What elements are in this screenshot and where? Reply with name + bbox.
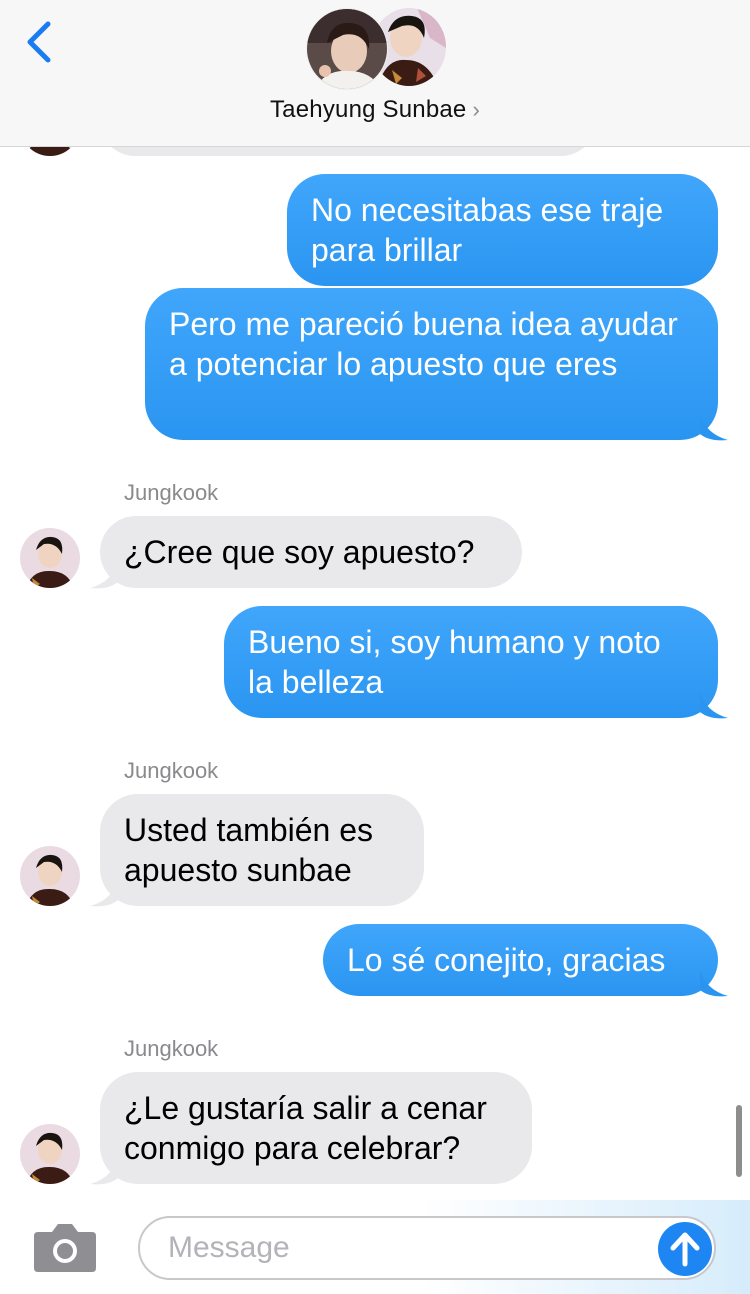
message-composer xyxy=(0,1200,750,1294)
message-text: Lo sé conejito, gracias xyxy=(347,942,666,978)
message-bubble-incoming[interactable]: ¿Cree que soy apuesto? xyxy=(100,516,522,588)
sender-name: Jungkook xyxy=(124,480,219,505)
message-input[interactable] xyxy=(138,1216,716,1280)
avatar-taehyung xyxy=(306,8,388,90)
message-bubble-outgoing[interactable]: No necesitabas ese traje para brillar xyxy=(287,174,718,286)
message-text: ¿Cree que soy apuesto? xyxy=(124,534,475,570)
message-text: Pero me pareció buena idea ayudar a pote… xyxy=(169,306,678,382)
conversation-header: Taehyung Sunbae › xyxy=(0,0,750,147)
send-button[interactable] xyxy=(658,1222,712,1276)
contact-name[interactable]: Taehyung Sunbae › xyxy=(0,96,750,124)
message-bubble-outgoing[interactable]: Bueno si, soy humano y noto la belleza xyxy=(224,606,718,718)
message-bubble-outgoing[interactable]: Lo sé conejito, gracias xyxy=(323,924,718,996)
bubble-tail-incoming xyxy=(90,562,118,589)
avatar-jungkook-small xyxy=(20,1124,80,1184)
avatar-jungkook-small xyxy=(20,146,80,156)
bubble-tail-outgoing xyxy=(700,414,728,441)
camera-icon[interactable] xyxy=(32,1222,98,1274)
bubble-tail-outgoing xyxy=(700,970,728,997)
arrow-up-icon xyxy=(670,1232,700,1267)
message-text: Bueno si, soy humano y noto la belleza xyxy=(248,624,661,700)
message-text: No necesitabas ese traje para brillar xyxy=(311,192,664,268)
chevron-right-icon: › xyxy=(472,97,481,122)
avatar-jungkook-small xyxy=(20,528,80,588)
back-chevron-icon[interactable] xyxy=(22,18,58,66)
scroll-indicator[interactable] xyxy=(736,1105,742,1177)
message-bubble-incoming[interactable]: Usted también es apuesto sunbae xyxy=(100,794,424,906)
message-thread[interactable]: No necesitabas ese traje para brillar Pe… xyxy=(0,146,750,1200)
message-text: Usted también es apuesto sunbae xyxy=(124,812,374,888)
sender-name: Jungkook xyxy=(124,1036,219,1061)
message-bubble-incoming[interactable]: ¿Le gustaría salir a cenar conmigo para … xyxy=(100,1072,532,1184)
bubble-tail-incoming xyxy=(90,1158,118,1185)
contact-name-label: Taehyung Sunbae xyxy=(269,96,467,123)
message-bubble-outgoing[interactable]: Pero me pareció buena idea ayudar a pote… xyxy=(145,288,718,440)
bubble-tail-incoming xyxy=(90,880,118,907)
message-text: ¿Le gustaría salir a cenar conmigo para … xyxy=(124,1090,487,1166)
bubble-tail-outgoing xyxy=(700,692,728,719)
avatar-jungkook-small xyxy=(20,846,80,906)
partial-incoming-bubble xyxy=(100,146,596,156)
sender-name: Jungkook xyxy=(124,758,219,783)
contact-avatars[interactable] xyxy=(306,8,448,90)
